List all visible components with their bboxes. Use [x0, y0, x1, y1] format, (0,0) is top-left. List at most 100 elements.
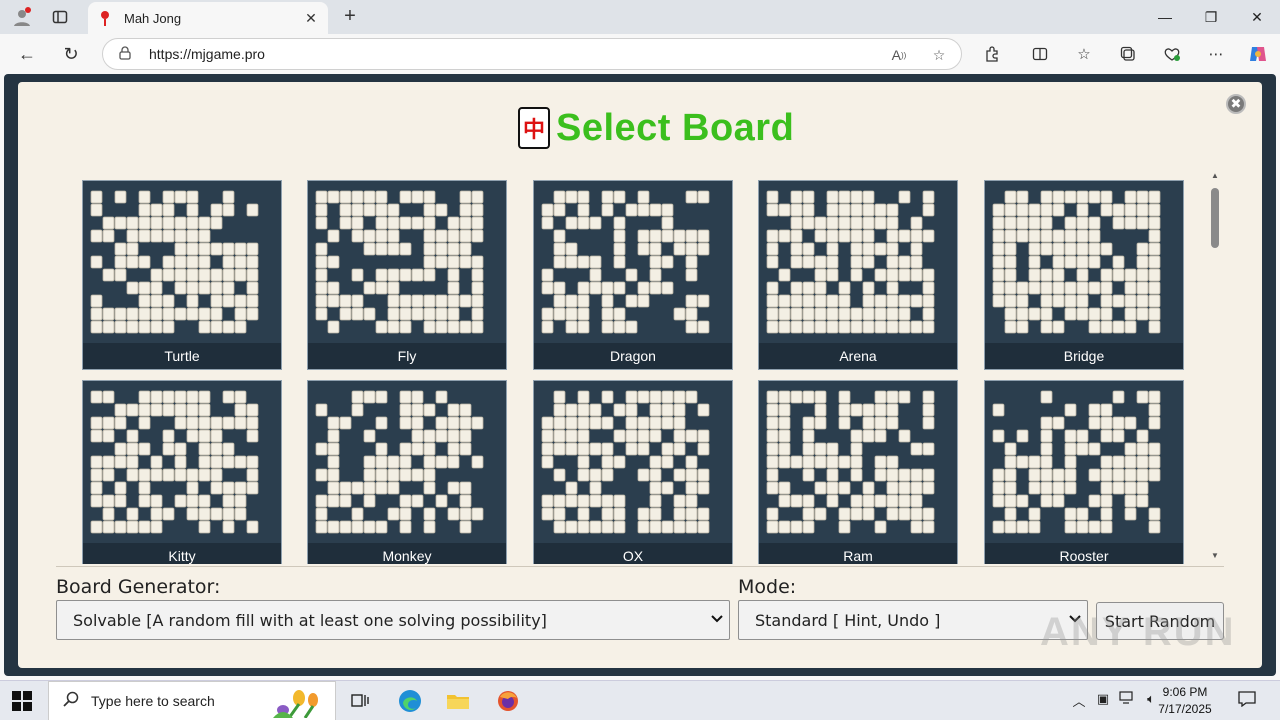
board-tile: [102, 455, 115, 469]
collections-icon[interactable]: [1116, 42, 1140, 66]
read-aloud-icon[interactable]: A)): [889, 45, 909, 65]
board-tile: [1040, 307, 1053, 321]
file-explorer-icon[interactable]: [444, 687, 472, 715]
board-tile: [1148, 255, 1161, 269]
minimize-button[interactable]: —: [1142, 4, 1188, 30]
board-tile: [577, 507, 590, 521]
mode-select[interactable]: Standard [ Hint, Undo ]: [738, 600, 1088, 640]
board-ox[interactable]: OX: [533, 380, 733, 564]
copilot-icon[interactable]: [1246, 42, 1270, 66]
board-tile: [1004, 307, 1017, 321]
board-tile: [1148, 455, 1161, 469]
window-close-button[interactable]: ✕: [1234, 4, 1280, 30]
favorite-star-icon[interactable]: ☆: [929, 45, 949, 65]
restore-button[interactable]: ❐: [1188, 4, 1234, 30]
dialog-close-button[interactable]: ✖: [1226, 94, 1246, 114]
board-tile: [447, 216, 460, 230]
board-monkey[interactable]: Monkey: [307, 380, 507, 564]
extensions-icon[interactable]: [980, 42, 1004, 66]
edge-taskbar-icon[interactable]: [396, 687, 424, 715]
board-kitty[interactable]: Kitty: [82, 380, 282, 564]
board-ram[interactable]: Ram: [758, 380, 958, 564]
board-tile: [447, 507, 460, 521]
board-tile: [862, 429, 875, 443]
board-fly[interactable]: Fly: [307, 180, 507, 370]
firefox-icon[interactable]: [494, 687, 522, 715]
task-view-icon[interactable]: [346, 687, 374, 715]
board-tile: [1124, 468, 1137, 482]
board-generator-select[interactable]: Solvable [A random fill with at least on…: [56, 600, 730, 640]
scroll-thumb[interactable]: [1211, 188, 1219, 248]
board-tile: [90, 294, 103, 308]
board-tile: [126, 320, 139, 334]
board-tile: [541, 455, 554, 469]
board-dragon[interactable]: Dragon: [533, 180, 733, 370]
taskbar-clock[interactable]: 9:06 PM 7/17/2025: [1148, 684, 1222, 718]
board-tile: [471, 281, 484, 295]
board-tile: [423, 520, 436, 534]
board-tile: [363, 203, 376, 217]
tab-actions-icon[interactable]: [48, 5, 72, 29]
board-tile: [90, 416, 103, 430]
chevron-down-icon: [1069, 613, 1081, 627]
browser-essentials-icon[interactable]: [1160, 42, 1184, 66]
lock-icon[interactable]: [119, 45, 135, 63]
board-tile: [565, 416, 578, 430]
board-tile: [1088, 442, 1101, 456]
address-bar[interactable]: https://mjgame.pro A)) ☆: [102, 38, 962, 70]
board-tile: [1136, 494, 1149, 508]
taskbar-search-box[interactable]: Type here to search: [48, 681, 336, 720]
board-tile: [661, 416, 674, 430]
board-tile: [601, 307, 614, 321]
board-tile: [613, 320, 626, 334]
board-tile: [778, 307, 791, 321]
board-tile: [1076, 429, 1089, 443]
scroll-down-arrow-icon[interactable]: ▼: [1210, 550, 1220, 560]
board-tile: [1100, 494, 1113, 508]
tab-mah-jong[interactable]: Mah Jong ✕: [88, 2, 328, 34]
board-tile: [553, 203, 566, 217]
board-tile: [886, 507, 899, 521]
board-tile: [553, 520, 566, 534]
tray-overflow-chevron-icon[interactable]: ︿: [1070, 691, 1088, 710]
board-bridge[interactable]: Bridge: [984, 180, 1184, 370]
windows-start-icon[interactable]: [12, 691, 32, 711]
split-screen-icon[interactable]: [1028, 42, 1052, 66]
board-tile: [1136, 216, 1149, 230]
board-tile: [922, 203, 935, 217]
more-menu-icon[interactable]: ⋯: [1204, 42, 1228, 66]
board-turtle[interactable]: Turtle: [82, 180, 282, 370]
notification-icon[interactable]: [1238, 691, 1258, 709]
favorites-icon[interactable]: ☆: [1072, 42, 1096, 66]
url-text[interactable]: https://mjgame.pro: [149, 46, 265, 62]
board-tile: [1052, 481, 1065, 495]
board-tile: [1088, 468, 1101, 482]
board-tile: [589, 442, 602, 456]
tab-close-icon[interactable]: ✕: [302, 9, 320, 27]
reload-button[interactable]: ↻: [58, 42, 84, 66]
network-icon[interactable]: [1118, 691, 1136, 708]
board-tile: [886, 216, 899, 230]
board-tile: [363, 229, 376, 243]
board-tile: [1004, 190, 1017, 204]
start-random-button[interactable]: Start Random: [1096, 602, 1224, 640]
board-tile: [541, 442, 554, 456]
board-tile: [922, 468, 935, 482]
board-arena[interactable]: Arena: [758, 180, 958, 370]
board-tile: [553, 507, 566, 521]
board-tile: [992, 216, 1005, 230]
back-button[interactable]: ←: [14, 42, 40, 66]
board-tile: [351, 520, 364, 534]
board-tile: [234, 307, 247, 321]
board-list-scrollbar[interactable]: ▲ ▼: [1208, 166, 1222, 562]
board-preview-icon: [90, 390, 259, 534]
board-tile: [1004, 242, 1017, 256]
board-rooster[interactable]: Rooster: [984, 380, 1184, 564]
board-tile: [553, 255, 566, 269]
board-tile: [778, 481, 791, 495]
meet-now-icon[interactable]: ▣: [1094, 691, 1112, 707]
scroll-up-arrow-icon[interactable]: ▲: [1210, 170, 1220, 180]
new-tab-button[interactable]: +: [338, 4, 362, 28]
board-tile: [387, 216, 400, 230]
profile-icon[interactable]: [10, 5, 34, 29]
